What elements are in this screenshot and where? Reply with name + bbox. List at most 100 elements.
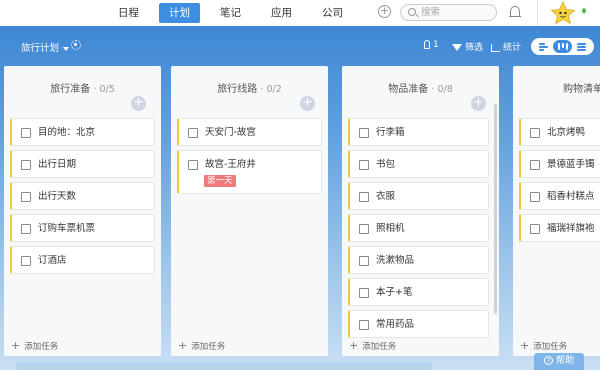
task-card[interactable]: 订酒店	[10, 246, 155, 274]
add-card-button[interactable]: +	[300, 96, 315, 111]
task-checkbox[interactable]	[359, 256, 369, 266]
column-title: 旅行线路	[217, 84, 258, 95]
search-input[interactable]: 搜索	[400, 4, 497, 21]
help-button[interactable]: ? 帮助	[534, 353, 584, 370]
tab-notes[interactable]: 笔记	[210, 3, 251, 23]
task-card[interactable]: 景德蓝手镯	[519, 150, 600, 178]
stats-label: 统计	[503, 43, 522, 53]
kanban-board: 旅行计划 1 筛选 统计 旅行准备 · 0/5 + 目的地：北京 出行日期 出行…	[0, 26, 600, 370]
task-title: 福瑞祥旗袍	[547, 223, 595, 234]
caret-down-icon	[63, 46, 70, 51]
task-title: 衣服	[376, 191, 396, 202]
add-task-button[interactable]: + 添加任务	[178, 339, 225, 352]
tab-plan[interactable]: 计划	[159, 3, 200, 23]
task-checkbox[interactable]	[188, 160, 198, 170]
filter-label: 筛选	[465, 43, 484, 53]
column-header: 购物清单	[519, 80, 600, 95]
horizontal-scrollbar[interactable]	[16, 362, 432, 370]
task-title: 订购车票机票	[38, 223, 96, 234]
task-checkbox[interactable]	[530, 128, 540, 138]
task-checkbox[interactable]	[21, 160, 31, 170]
column-header: 旅行线路 · 0/2	[171, 80, 328, 95]
task-card[interactable]: 故宫-王府井 第一天	[177, 150, 322, 194]
view-gantt-button[interactable]	[534, 40, 553, 53]
gem-icon[interactable]: ♦	[580, 7, 588, 17]
task-checkbox[interactable]	[530, 160, 540, 170]
task-checkbox[interactable]	[359, 224, 369, 234]
task-title: 本子+笔	[376, 287, 413, 298]
column-items-prep: 物品准备 · 0/8 + 行李箱 书包 衣服 照相机 洗漱物品 本子+笔 常用药…	[342, 66, 499, 356]
add-task-button[interactable]: + 添加任务	[11, 339, 58, 352]
add-task-label: 添加任务	[191, 342, 226, 352]
view-list-button[interactable]	[572, 40, 591, 53]
column-header: 物品准备 · 0/8	[342, 80, 499, 95]
task-checkbox[interactable]	[359, 160, 369, 170]
members-button[interactable]: 1	[424, 40, 439, 50]
board-toolbar: 旅行计划 1 筛选 统计	[0, 26, 600, 66]
tab-company[interactable]: 公司	[312, 3, 353, 23]
task-checkbox[interactable]	[530, 224, 540, 234]
task-card[interactable]: 订购车票机票	[10, 214, 155, 242]
task-checkbox[interactable]	[188, 128, 198, 138]
add-task-button[interactable]: + 添加任务	[520, 339, 567, 352]
plus-circle-icon[interactable]: +	[378, 5, 391, 18]
task-checkbox[interactable]	[359, 192, 369, 202]
column-shopping-list: 购物清单 北京烤鸭 景德蓝手镯 稻香村糕点 福瑞祥旗袍 + 添加任务	[513, 66, 600, 356]
task-card[interactable]: 洗漱物品	[348, 246, 489, 274]
column-scrollbar[interactable]	[494, 104, 497, 314]
bell-icon[interactable]	[509, 6, 521, 18]
task-card[interactable]: 稻香村糕点	[519, 182, 600, 210]
task-checkbox[interactable]	[21, 128, 31, 138]
plus-icon: +	[520, 339, 530, 352]
gear-icon[interactable]	[71, 40, 81, 50]
column-travel-route: 旅行线路 · 0/2 + 天安门-故宫 故宫-王府井 第一天 + 添加任务	[171, 66, 328, 356]
funnel-icon	[452, 44, 462, 51]
task-card[interactable]: 出行日期	[10, 150, 155, 178]
task-checkbox[interactable]	[359, 320, 369, 330]
filter-button[interactable]: 筛选	[452, 40, 483, 53]
add-card-button[interactable]: +	[471, 96, 486, 111]
task-card[interactable]: 本子+笔	[348, 278, 489, 306]
column-count: · 0/8	[431, 84, 453, 95]
plus-icon: +	[349, 339, 359, 352]
task-card[interactable]: 天安门-故宫	[177, 118, 322, 146]
star-avatar-icon	[550, 1, 576, 25]
nav-tabs: 日程 计划 笔记 应用 公司	[108, 3, 363, 23]
avatar[interactable]	[548, 0, 578, 26]
search-icon	[408, 8, 416, 16]
task-title: 天安门-故宫	[205, 127, 256, 138]
task-title: 稻香村糕点	[547, 191, 595, 202]
add-task-button[interactable]: + 添加任务	[349, 339, 457, 352]
task-card[interactable]: 福瑞祥旗袍	[519, 214, 600, 242]
column-title: 旅行准备	[50, 84, 91, 95]
task-card[interactable]: 北京烤鸭	[519, 118, 600, 146]
task-title: 照相机	[376, 223, 405, 234]
task-checkbox[interactable]	[359, 288, 369, 298]
help-label: 帮助	[555, 356, 574, 366]
tab-apps[interactable]: 应用	[261, 3, 302, 23]
task-checkbox[interactable]	[21, 256, 31, 266]
stats-button[interactable]: 统计	[491, 40, 521, 53]
view-board-button[interactable]	[553, 40, 572, 53]
task-card[interactable]: 行李箱	[348, 118, 489, 146]
task-title: 景德蓝手镯	[547, 159, 595, 170]
task-checkbox[interactable]	[530, 192, 540, 202]
task-card[interactable]: 照相机	[348, 214, 489, 242]
add-card-button[interactable]: +	[131, 96, 146, 111]
column-title: 购物清单	[563, 84, 600, 95]
top-navigation: 日程 计划 笔记 应用 公司 + 搜索 ♦	[0, 0, 600, 26]
task-checkbox[interactable]	[21, 192, 31, 202]
task-card[interactable]: 目的地：北京	[10, 118, 155, 146]
task-title: 目的地：北京	[38, 127, 96, 138]
task-title: 洗漱物品	[376, 255, 415, 266]
tab-schedule[interactable]: 日程	[108, 3, 149, 23]
task-card[interactable]: 出行天数	[10, 182, 155, 210]
task-card[interactable]: 常用药品	[348, 310, 489, 338]
task-title: 故宫-王府井	[205, 159, 256, 170]
project-title-dropdown[interactable]: 旅行计划	[21, 40, 70, 54]
task-card[interactable]: 书包	[348, 150, 489, 178]
task-checkbox[interactable]	[21, 224, 31, 234]
chart-icon	[491, 43, 500, 52]
task-checkbox[interactable]	[359, 128, 369, 138]
task-card[interactable]: 衣服	[348, 182, 489, 210]
